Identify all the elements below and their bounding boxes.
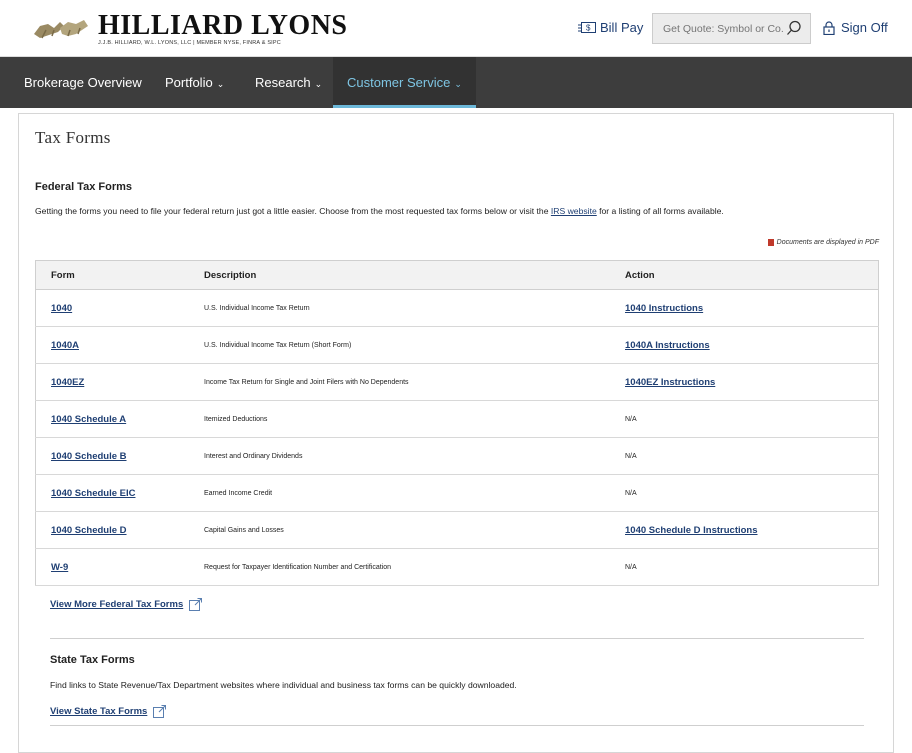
form-cell: 1040 Schedule EIC — [35, 474, 204, 512]
form-cell: W-9 — [35, 548, 204, 586]
bill-pay-label: Bill Pay — [600, 20, 644, 35]
form-cell: 1040 Schedule A — [35, 400, 204, 438]
nav-label: Research — [255, 75, 311, 90]
description-cell: Earned Income Credit — [204, 474, 625, 512]
pdf-icon — [767, 239, 774, 246]
tax-forms-table: Form Description Action 1040 U.S. Indivi… — [35, 260, 879, 586]
nav-research[interactable]: Research ⌄ — [255, 57, 322, 108]
search-icon[interactable] — [786, 20, 802, 36]
nav-customer-service[interactable]: Customer Service ⌄ — [333, 57, 476, 108]
irs-website-link[interactable]: IRS website — [551, 206, 597, 216]
page-title: Tax Forms — [35, 128, 111, 147]
action-cell: 1040EZ Instructions — [625, 363, 879, 401]
section-divider — [50, 725, 864, 726]
intro-text: Getting the forms you need to file your … — [35, 206, 551, 216]
instructions-link[interactable]: 1040 Instructions — [625, 303, 703, 314]
table-row: 1040 Schedule A Itemized Deductions N/A — [35, 400, 879, 438]
table-row: 1040 Schedule D Capital Gains and Losses… — [35, 511, 879, 549]
form-cell: 1040 Schedule B — [35, 437, 204, 475]
form-link[interactable]: 1040EZ — [51, 377, 84, 388]
form-link[interactable]: 1040A — [51, 340, 79, 351]
form-link[interactable]: 1040 Schedule EIC — [51, 488, 135, 499]
form-link[interactable]: 1040 Schedule A — [51, 414, 126, 425]
table-row: 1040EZ Income Tax Return for Single and … — [35, 363, 879, 401]
view-more-federal-link[interactable]: View More Federal Tax Forms — [50, 598, 203, 611]
description-cell: Request for Taxpayer Identification Numb… — [204, 548, 625, 586]
quote-input[interactable] — [653, 21, 789, 36]
brand-logo[interactable]: HILLIARD LYONS J.J.B. HILLIARD, W.L. LYO… — [32, 9, 347, 49]
quote-search-box[interactable] — [652, 13, 811, 44]
federal-heading: Federal Tax Forms — [35, 181, 132, 193]
action-cell: N/A — [625, 437, 879, 475]
nav-brokerage-overview[interactable]: Brokerage Overview — [24, 57, 142, 108]
pdf-note-text: Documents are displayed in PDF — [776, 239, 879, 246]
view-more-federal-label: View More Federal Tax Forms — [50, 599, 184, 610]
table-row: W-9 Request for Taxpayer Identification … — [35, 548, 879, 586]
description-cell: U.S. Individual Income Tax Return (Short… — [204, 326, 625, 364]
state-description: Find links to State Revenue/Tax Departme… — [50, 680, 517, 690]
brand-name: HILLIARD LYONS — [98, 9, 348, 41]
action-cell: 1040 Instructions — [625, 289, 879, 327]
description-cell: Income Tax Return for Single and Joint F… — [204, 363, 625, 401]
form-link[interactable]: 1040 Schedule D — [51, 525, 127, 536]
form-link[interactable]: 1040 Schedule B — [51, 451, 127, 462]
external-link-icon — [153, 705, 167, 718]
chevron-down-icon: ⌄ — [314, 79, 323, 89]
intro-text: for a listing of all forms available. — [596, 206, 724, 216]
sign-off-link[interactable]: Sign Off — [823, 20, 888, 35]
table-row: 1040A U.S. Individual Income Tax Return … — [35, 326, 879, 364]
view-state-label: View State Tax Forms — [50, 706, 148, 717]
bill-pay-link[interactable]: $ Bill Pay — [578, 20, 643, 35]
table-row: 1040 Schedule EIC Earned Income Credit N… — [35, 474, 879, 512]
nav-label: Portfolio — [165, 75, 213, 90]
svg-text:$: $ — [586, 24, 591, 33]
column-header-action: Action — [625, 260, 879, 290]
form-cell: 1040EZ — [35, 363, 204, 401]
action-cell: 1040A Instructions — [625, 326, 879, 364]
instructions-link[interactable]: 1040A Instructions — [625, 340, 710, 351]
action-cell: N/A — [625, 400, 879, 438]
chevron-down-icon: ⌄ — [216, 79, 225, 89]
chevron-down-icon: ⌄ — [454, 79, 462, 89]
description-cell: Capital Gains and Losses — [204, 511, 625, 549]
bill-icon: $ — [578, 22, 596, 33]
table-row: 1040 U.S. Individual Income Tax Return 1… — [35, 289, 879, 327]
description-cell: Interest and Ordinary Dividends — [204, 437, 625, 475]
column-header-form: Form — [35, 260, 204, 290]
instructions-link[interactable]: 1040 Schedule D Instructions — [625, 525, 758, 536]
federal-intro: Getting the forms you need to file your … — [35, 206, 724, 216]
table-row: 1040 Schedule B Interest and Ordinary Di… — [35, 437, 879, 475]
nav-portfolio[interactable]: Portfolio ⌄ — [165, 57, 224, 108]
view-state-link[interactable]: View State Tax Forms — [50, 705, 167, 718]
form-link[interactable]: W-9 — [51, 562, 68, 573]
action-cell: N/A — [625, 548, 879, 586]
form-cell: 1040 Schedule D — [35, 511, 204, 549]
external-link-icon — [189, 598, 203, 611]
instructions-link[interactable]: 1040EZ Instructions — [625, 377, 715, 388]
table-header-row: Form Description Action — [35, 260, 879, 290]
sign-off-label: Sign Off — [841, 20, 888, 35]
site-header: HILLIARD LYONS J.J.B. HILLIARD, W.L. LYO… — [0, 0, 912, 57]
description-cell: U.S. Individual Income Tax Return — [204, 289, 625, 327]
section-divider — [50, 638, 864, 639]
form-cell: 1040A — [35, 326, 204, 364]
lock-icon — [823, 20, 835, 35]
state-heading: State Tax Forms — [50, 654, 135, 666]
pdf-note: Documents are displayed in PDF — [767, 239, 879, 246]
form-cell: 1040 — [35, 289, 204, 327]
nav-label: Customer Service — [347, 75, 451, 90]
main-nav: Brokerage Overview Portfolio ⌄ Research ⌄ … — [0, 57, 912, 108]
bull-bear-logo-icon — [32, 16, 90, 42]
action-cell: N/A — [625, 474, 879, 512]
action-cell: 1040 Schedule D Instructions — [625, 511, 879, 549]
nav-label: Brokerage Overview — [24, 75, 142, 90]
form-link[interactable]: 1040 — [51, 303, 72, 314]
description-cell: Itemized Deductions — [204, 400, 625, 438]
column-header-description: Description — [204, 260, 625, 290]
content-panel: Tax Forms Federal Tax Forms Getting the … — [18, 113, 894, 753]
